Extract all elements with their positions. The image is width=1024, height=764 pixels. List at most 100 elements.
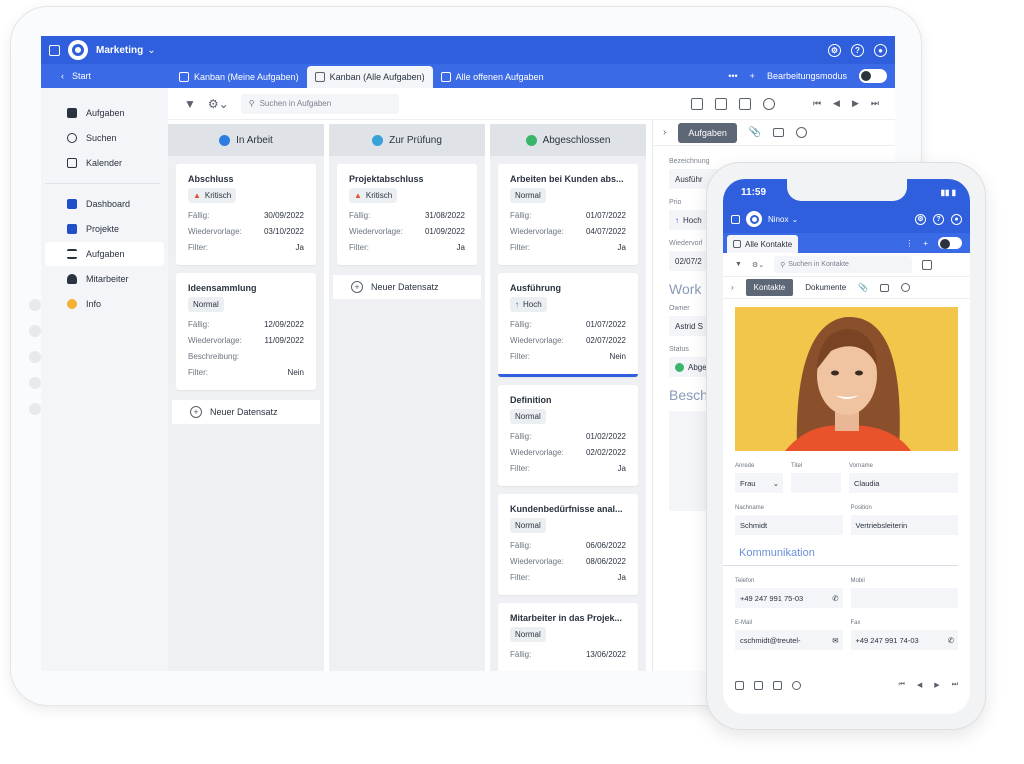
- nachname-field[interactable]: Schmidt: [735, 515, 843, 535]
- tab-aufgaben[interactable]: Aufgaben: [678, 122, 737, 143]
- comment-icon[interactable]: [773, 128, 785, 137]
- next-record-icon[interactable]: ▶: [852, 98, 859, 109]
- info-icon[interactable]: [796, 127, 808, 138]
- first-record-icon[interactable]: ⏮: [813, 98, 821, 109]
- add-tab-icon[interactable]: +: [750, 71, 755, 81]
- help-icon[interactable]: ?: [933, 213, 944, 225]
- search-icon: ⚲: [780, 261, 786, 269]
- chevron-down-icon[interactable]: ⌄: [147, 45, 155, 56]
- tab-kontakte[interactable]: Kontakte: [745, 279, 794, 296]
- email-field[interactable]: cschmidt@treutel- ✉: [735, 630, 843, 650]
- badge-label: Kritisch: [204, 191, 232, 200]
- home-icon: [67, 199, 77, 209]
- priority-badge: ↑ Hoch: [510, 297, 547, 312]
- copy-icon[interactable]: [773, 680, 782, 690]
- print-icon[interactable]: [735, 680, 744, 690]
- telefon-field[interactable]: +49 247 991 75-03 ✆: [735, 588, 843, 608]
- attachment-icon[interactable]: 📎: [858, 283, 868, 292]
- print-icon[interactable]: [690, 97, 703, 110]
- add-icon[interactable]: [762, 97, 775, 110]
- sidebar-toggle-icon[interactable]: [49, 44, 60, 56]
- task-card[interactable]: Ideensammlung Normal Fällig: 12/09/2022 W…: [176, 273, 316, 390]
- collapse-icon[interactable]: ›: [731, 283, 734, 292]
- sidebar-item-projekte[interactable]: Projekte: [45, 217, 164, 241]
- tab-all-open[interactable]: Alle offenen Aufgaben: [433, 66, 552, 88]
- last-record-icon[interactable]: ⏭: [871, 98, 879, 109]
- workspace-name[interactable]: Ninox: [768, 215, 788, 224]
- fax-field[interactable]: +49 247 991 74-03 ✆: [850, 630, 958, 650]
- task-card[interactable]: Kundenbedürfnisse anal... Normal Fällig:…: [498, 494, 638, 595]
- prev-record-icon[interactable]: ◀: [917, 681, 922, 689]
- search-input[interactable]: ⚲ Suchen in Aufgaben: [240, 93, 399, 114]
- filter-icon[interactable]: ▼: [735, 261, 742, 268]
- workspace-name[interactable]: Marketing: [96, 45, 143, 56]
- edit-mode-toggle[interactable]: [938, 237, 962, 249]
- sidebar-item-aufgaben[interactable]: Aufgaben: [45, 242, 164, 266]
- card-title: Arbeiten bei Kunden abs...: [510, 174, 624, 184]
- start-link[interactable]: ‹ Start: [61, 64, 171, 88]
- task-card[interactable]: Projektabschluss ▲ Kritisch Fällig: 31/08/…: [337, 164, 477, 265]
- task-card-selected[interactable]: Ausführung ↑ Hoch Fällig: 01/07/2022 Wiede…: [498, 273, 638, 377]
- gear-icon[interactable]: ⚙: [828, 43, 841, 57]
- gear-icon[interactable]: ⚙⌄: [208, 97, 229, 111]
- tab-kanban-mine[interactable]: Kanban (Meine Aufgaben): [171, 66, 307, 88]
- task-card[interactable]: Arbeiten bei Kunden abs... Normal Fällig…: [498, 164, 638, 265]
- sidebar-item-suchen[interactable]: Suchen: [45, 126, 164, 150]
- trash-icon[interactable]: [754, 680, 763, 690]
- sidebar-toggle-icon[interactable]: [731, 214, 740, 224]
- user-icon[interactable]: ●: [951, 213, 962, 225]
- edit-mode-toggle[interactable]: [859, 69, 887, 83]
- field-label: Fällig:: [188, 210, 210, 220]
- task-card[interactable]: Mitarbeiter in das Projek... Normal Fäll…: [498, 603, 638, 671]
- sidebar-item-kalender[interactable]: Kalender: [45, 151, 164, 175]
- copy-icon[interactable]: [738, 97, 751, 110]
- add-icon[interactable]: [792, 680, 801, 690]
- status-time: 11:59: [741, 186, 767, 198]
- titel-field[interactable]: [791, 473, 841, 493]
- new-record-button[interactable]: + Neuer Datensatz: [333, 275, 481, 299]
- filter-icon[interactable]: ▼: [184, 97, 196, 111]
- chevron-down-icon[interactable]: ⌄: [791, 215, 798, 224]
- sidebar-item-info[interactable]: Info: [45, 292, 164, 316]
- task-card[interactable]: Abschluss ▲ Kritisch Fällig: 30/09/2022 Wi…: [176, 164, 316, 265]
- user-icon[interactable]: ●: [874, 43, 887, 57]
- signal-battery-icon: ▮▮ ▮: [940, 187, 956, 197]
- sidebar-item-aufgaben-home[interactable]: Aufgaben: [45, 101, 164, 125]
- tab-kanban-all[interactable]: Kanban (Alle Aufgaben): [306, 66, 433, 88]
- position-field[interactable]: Vertriebsleiterin: [850, 515, 958, 535]
- card-title: Ausführung: [510, 283, 561, 293]
- more-icon[interactable]: •••: [728, 71, 737, 81]
- prev-record-icon[interactable]: ◀: [833, 98, 840, 109]
- table-icon: [733, 240, 741, 248]
- attachment-icon[interactable]: 📎: [749, 127, 761, 138]
- gear-icon[interactable]: ⚙⌄: [752, 261, 764, 269]
- phone-toolbar: ▼ ⚙⌄ ⚲ Suchen in Kontakte: [723, 253, 970, 277]
- trash-icon[interactable]: [714, 97, 727, 110]
- field-label: Wiedervorlage:: [188, 335, 242, 345]
- add-tab-icon[interactable]: +: [923, 239, 928, 248]
- sidebar-item-mitarbeiter[interactable]: Mitarbeiter: [45, 267, 164, 291]
- next-record-icon[interactable]: ▶: [934, 681, 939, 689]
- more-icon[interactable]: ⋮: [905, 239, 913, 248]
- tab-alle-kontakte[interactable]: Alle Kontakte: [727, 235, 799, 253]
- phone-icon: ✆: [832, 593, 839, 603]
- sidebar-item-dashboard[interactable]: Dashboard: [45, 192, 164, 216]
- kanban-column-zur-pruefung: Zur Prüfung Projektabschluss ▲ Kritisch F…: [329, 124, 485, 671]
- collapse-icon[interactable]: ›: [663, 127, 666, 138]
- search-input[interactable]: ⚲ Suchen in Kontakte: [774, 256, 913, 273]
- comment-icon[interactable]: [880, 283, 890, 292]
- new-record-button[interactable]: + Neuer Datensatz: [172, 400, 320, 424]
- task-card[interactable]: Definition Normal Fällig: 01/02/2022 Wied…: [498, 385, 638, 486]
- help-icon[interactable]: ?: [851, 43, 864, 57]
- tab-dokumente[interactable]: Dokumente: [805, 283, 846, 292]
- layout-icon[interactable]: [922, 259, 933, 270]
- last-record-icon[interactable]: ⏭: [952, 681, 958, 689]
- card-title: Definition: [510, 395, 552, 405]
- first-record-icon[interactable]: ⏮: [899, 681, 905, 689]
- anrede-select[interactable]: Frau ⌄: [735, 473, 783, 493]
- vorname-field[interactable]: Claudia: [849, 473, 958, 493]
- field-label: Wiedervorlage:: [349, 226, 403, 236]
- mobil-field[interactable]: [850, 588, 958, 608]
- gear-icon[interactable]: ⚙: [915, 213, 926, 225]
- info-icon[interactable]: [901, 283, 911, 292]
